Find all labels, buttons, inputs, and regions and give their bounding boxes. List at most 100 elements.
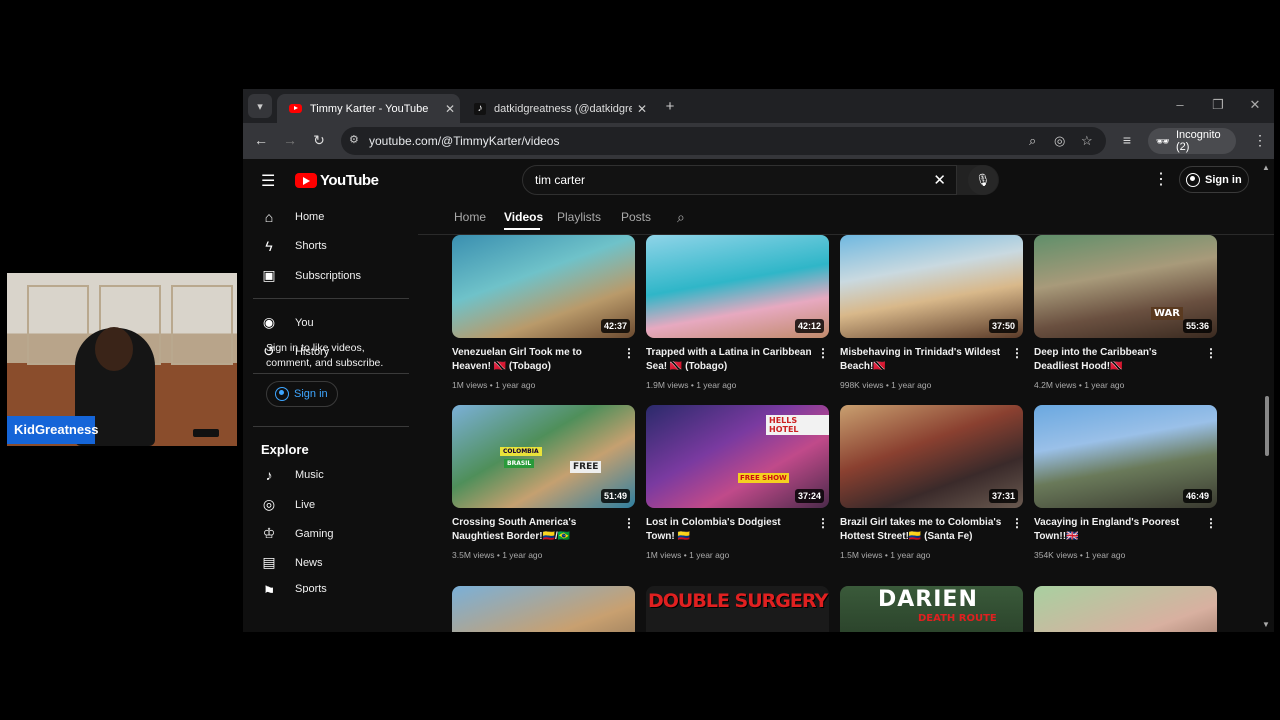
sidebar-item-live[interactable]: ◎ Live bbox=[261, 496, 315, 513]
video-thumbnail[interactable]: 46:49 bbox=[1034, 405, 1217, 508]
video-title[interactable]: Vacaying in England's Poorest Town!!🇬🇧 bbox=[1034, 516, 1200, 544]
tab-videos[interactable]: Videos bbox=[504, 210, 543, 224]
sidebar-item-subscriptions[interactable]: ▣ Subscriptions bbox=[261, 267, 361, 284]
settings-kebab-icon[interactable]: ⋮ bbox=[1153, 169, 1169, 189]
zoom-icon[interactable]: ⌕ bbox=[1029, 133, 1036, 149]
video-thumbnail[interactable]: HELLS HOTEL FREE SHOW 37:24 bbox=[646, 405, 829, 508]
site-info-icon[interactable]: ⚙ bbox=[349, 133, 359, 146]
scroll-up-icon[interactable]: ▲ bbox=[1262, 163, 1270, 172]
video-thumbnail[interactable] bbox=[452, 586, 635, 632]
video-thumbnail[interactable]: 37:50 bbox=[840, 235, 1023, 338]
video-menu-icon[interactable]: ⋮ bbox=[817, 346, 829, 360]
scroll-down-icon[interactable]: ▼ bbox=[1262, 620, 1270, 629]
close-window-icon[interactable]: ✕ bbox=[1245, 97, 1265, 113]
video-card[interactable]: HELLS HOTEL FREE SHOW 37:24 Lost in Colo… bbox=[646, 405, 829, 560]
video-card[interactable]: 37:31 Brazil Girl takes me to Colombia's… bbox=[840, 405, 1023, 560]
tab-posts[interactable]: Posts bbox=[621, 210, 651, 224]
video-card[interactable]: WAR 55:36 Deep into the Caribbean's Dead… bbox=[1034, 235, 1217, 390]
video-meta: 354K views • 1 year ago bbox=[1034, 550, 1126, 560]
channel-search-icon[interactable]: ⌕ bbox=[677, 209, 685, 226]
sidebar-item-news[interactable]: ▤ News bbox=[261, 554, 323, 571]
video-title[interactable]: Brazil Girl takes me to Colombia's Hotte… bbox=[840, 516, 1006, 544]
video-title[interactable]: Trapped with a Latina in Caribbean Sea! … bbox=[646, 346, 812, 374]
search-input[interactable]: tim carter ✕ bbox=[522, 165, 957, 195]
video-title[interactable]: Misbehaving in Trinidad's Wildest Beach!… bbox=[840, 346, 1006, 374]
video-card[interactable]: 37:50 Misbehaving in Trinidad's Wildest … bbox=[840, 235, 1023, 390]
video-menu-icon[interactable]: ⋮ bbox=[1205, 516, 1217, 530]
video-card[interactable]: 42:12 Trapped with a Latina in Caribbean… bbox=[646, 235, 829, 390]
youtube-logo[interactable]: YouTube bbox=[295, 172, 379, 189]
thumbnail-text: DOUBLE SURGERY bbox=[648, 590, 828, 612]
sidebar-item-label: You bbox=[295, 316, 314, 329]
video-thumbnail[interactable]: 42:12 bbox=[646, 235, 829, 338]
forward-icon[interactable]: → bbox=[281, 132, 299, 148]
sidebar-item-label: Subscriptions bbox=[295, 269, 362, 282]
sidebar-item-label: News bbox=[295, 556, 323, 569]
eye-off-icon[interactable]: ◎ bbox=[1054, 133, 1065, 149]
video-thumbnail[interactable]: 37:31 bbox=[840, 405, 1023, 508]
video-card[interactable]: 42:37 Venezuelan Girl Took me to Heaven!… bbox=[452, 235, 635, 390]
home-icon: ⌂ bbox=[264, 209, 274, 225]
video-thumbnail[interactable]: COLOMBIA BRASIL FREE 51:49 bbox=[452, 405, 635, 508]
sidebar-item-gaming[interactable]: ♔ Gaming bbox=[261, 525, 334, 542]
video-card[interactable] bbox=[1034, 586, 1217, 632]
video-card[interactable]: COLOMBIA BRASIL FREE 51:49 Crossing Sout… bbox=[452, 405, 635, 560]
video-card[interactable] bbox=[452, 586, 635, 632]
minimize-icon[interactable]: – bbox=[1170, 97, 1190, 112]
video-title[interactable]: Lost in Colombia's Dodgiest Town! 🇨🇴 bbox=[646, 516, 812, 544]
sidebar-sign-in-button[interactable]: Sign in bbox=[266, 381, 338, 407]
video-card[interactable]: 46:49 Vacaying in England's Poorest Town… bbox=[1034, 405, 1217, 560]
browser-menu-icon[interactable]: ⋮ bbox=[1251, 132, 1269, 149]
video-meta: 1.9M views • 1 year ago bbox=[646, 380, 737, 390]
close-tab-icon[interactable]: ✕ bbox=[632, 102, 652, 116]
tab-youtube[interactable]: Timmy Karter - YouTube ✕ bbox=[277, 94, 460, 123]
tab-tiktok[interactable]: ♪ datkidgreatness (@datkidgreat ✕ bbox=[462, 94, 652, 123]
address-bar[interactable]: ⚙ youtube.com/@TimmyKarter/videos ⌕ ◎ ☆ bbox=[341, 127, 1106, 155]
back-icon[interactable]: ← bbox=[252, 132, 270, 148]
video-menu-icon[interactable]: ⋮ bbox=[1205, 346, 1217, 360]
tab-search-chevron-icon[interactable]: ▾ bbox=[248, 94, 272, 118]
thumbnail-text: HELLS HOTEL bbox=[766, 415, 829, 435]
tab-playlists[interactable]: Playlists bbox=[557, 210, 601, 224]
sign-in-button[interactable]: Sign in bbox=[1179, 166, 1249, 193]
sidebar-item-label: Gaming bbox=[295, 527, 334, 540]
scrollbar-thumb[interactable] bbox=[1265, 396, 1269, 456]
voice-search-button[interactable]: 🎙 bbox=[968, 165, 998, 195]
sidebar-item-sports[interactable]: ⚑ Sports bbox=[261, 583, 327, 593]
sidebar-item-music[interactable]: ♪ Music bbox=[261, 467, 324, 483]
video-menu-icon[interactable]: ⋮ bbox=[623, 516, 635, 530]
video-thumbnail[interactable]: 42:37 bbox=[452, 235, 635, 338]
video-title[interactable]: Venezuelan Girl Took me to Heaven! 🇹🇹 (T… bbox=[452, 346, 618, 374]
video-title[interactable]: Crossing South America's Naughtiest Bord… bbox=[452, 516, 618, 544]
incognito-badge[interactable]: 🕶 Incognito (2) bbox=[1148, 128, 1236, 154]
thumbnail-text: BRASIL bbox=[504, 459, 535, 468]
clear-search-icon[interactable]: ✕ bbox=[933, 171, 946, 189]
sidebar-item-shorts[interactable]: ϟ Shorts bbox=[261, 238, 327, 254]
restore-icon[interactable]: ❐ bbox=[1208, 97, 1228, 113]
browser-window: ▾ Timmy Karter - YouTube ✕ ♪ datkidgreat… bbox=[243, 89, 1274, 632]
reload-icon[interactable]: ↻ bbox=[310, 132, 328, 149]
video-title[interactable]: Deep into the Caribbean's Deadliest Hood… bbox=[1034, 346, 1200, 374]
thumbnail-text: DEATH ROUTE bbox=[918, 613, 997, 624]
duration-badge: 37:31 bbox=[988, 489, 1018, 503]
video-menu-icon[interactable]: ⋮ bbox=[817, 516, 829, 530]
tab-home[interactable]: Home bbox=[454, 210, 486, 224]
video-menu-icon[interactable]: ⋮ bbox=[1011, 516, 1023, 530]
video-thumbnail[interactable] bbox=[1034, 586, 1217, 632]
sidebar-item-home[interactable]: ⌂ Home bbox=[261, 209, 325, 225]
bookmark-star-icon[interactable]: ☆ bbox=[1081, 133, 1093, 149]
video-menu-icon[interactable]: ⋮ bbox=[623, 346, 635, 360]
thumbnail-text: FREE bbox=[570, 461, 602, 473]
close-tab-icon[interactable]: ✕ bbox=[440, 102, 460, 116]
new-tab-icon[interactable]: + bbox=[658, 94, 682, 118]
video-card[interactable]: DOUBLE SURGERY bbox=[646, 586, 829, 632]
sidebar-item-you[interactable]: ◉ You bbox=[261, 314, 314, 331]
video-menu-icon[interactable]: ⋮ bbox=[1011, 346, 1023, 360]
active-tab-underline bbox=[504, 228, 540, 230]
video-thumbnail[interactable]: DOUBLE SURGERY bbox=[646, 586, 829, 632]
media-queue-icon[interactable]: ≡ bbox=[1118, 132, 1136, 148]
video-thumbnail[interactable]: WAR 55:36 bbox=[1034, 235, 1217, 338]
hamburger-menu-icon[interactable]: ☰ bbox=[261, 171, 275, 191]
video-thumbnail[interactable]: DARIEN DEATH ROUTE bbox=[840, 586, 1023, 632]
video-card[interactable]: DARIEN DEATH ROUTE bbox=[840, 586, 1023, 632]
